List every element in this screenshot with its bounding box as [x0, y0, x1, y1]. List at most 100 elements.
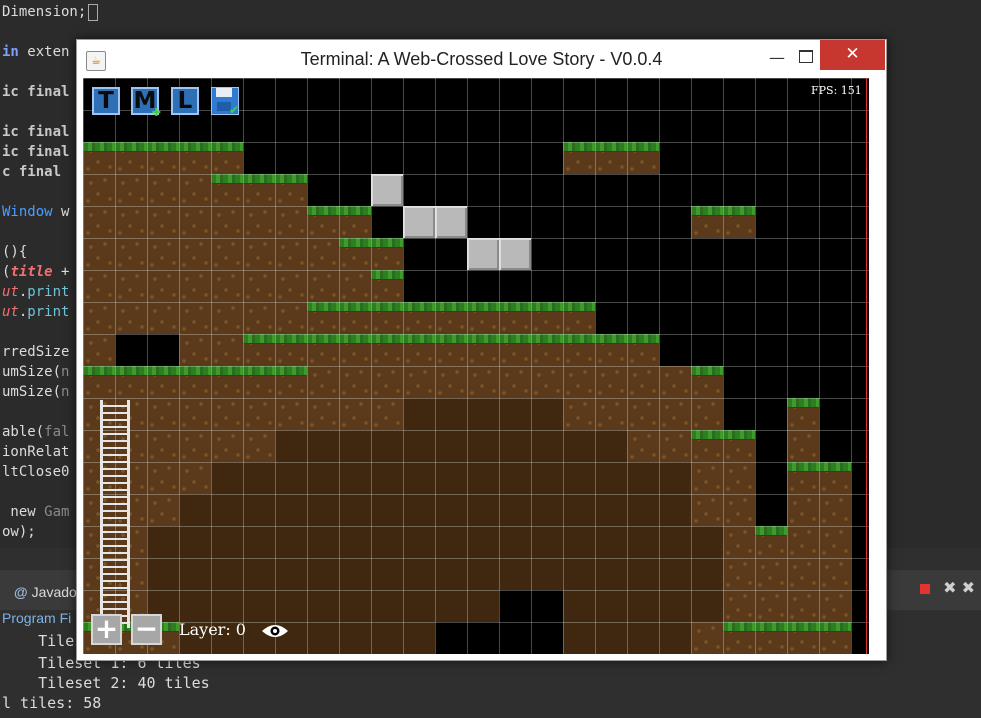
grass-tile: [371, 302, 403, 334]
grass-tile: [115, 366, 147, 398]
dirt-tile: [211, 302, 243, 334]
dirt-tile: [307, 238, 339, 270]
dirt-tile: [115, 270, 147, 302]
dirt-tile: [595, 366, 627, 398]
add-layer-button[interactable]: +: [91, 614, 122, 645]
grass-tile: [339, 238, 371, 270]
grass-tile: [819, 462, 851, 494]
save-icon[interactable]: ✔: [209, 85, 241, 117]
background-dirt-tile: [243, 590, 275, 622]
background-dirt-tile: [499, 430, 531, 462]
background-dirt-tile: [691, 558, 723, 590]
dirt-tile: [243, 238, 275, 270]
background-dirt-tile: [691, 590, 723, 622]
background-dirt-tile: [563, 526, 595, 558]
background-dirt-tile: [371, 430, 403, 462]
background-dirt-tile: [563, 590, 595, 622]
dirt-tile: [371, 398, 403, 430]
game-canvas[interactable]: FPS: 151 T M ✚ L ✔ + − Layer: 0: [83, 78, 869, 654]
grass-tile: [275, 366, 307, 398]
grass-tile: [755, 622, 787, 654]
dirt-tile: [115, 302, 147, 334]
grass-tile: [339, 302, 371, 334]
dirt-tile: [723, 558, 755, 590]
grass-tile: [531, 302, 563, 334]
tab-program-files[interactable]: Program Fi: [2, 610, 71, 626]
background-dirt-tile: [531, 494, 563, 526]
background-dirt-tile: [563, 558, 595, 590]
grass-tile: [499, 302, 531, 334]
background-dirt-tile: [403, 430, 435, 462]
grass-tile: [83, 366, 115, 398]
background-dirt-tile: [499, 494, 531, 526]
dirt-tile: [275, 302, 307, 334]
console-line: Tiles: [2, 632, 84, 650]
background-dirt-tile: [499, 558, 531, 590]
dirt-tile: [723, 590, 755, 622]
background-dirt-tile: [371, 622, 403, 654]
game-window: ☕ Terminal: A Web-Crossed Love Story - V…: [76, 39, 887, 661]
code-line: Window w: [2, 204, 70, 220]
dirt-tile: [275, 398, 307, 430]
background-dirt-tile: [403, 462, 435, 494]
grass-tile: [243, 334, 275, 366]
dirt-tile: [403, 366, 435, 398]
remove-layer-button[interactable]: −: [131, 614, 162, 645]
tab-javadoc[interactable]: @ Javadoc: [14, 584, 84, 600]
dirt-tile: [307, 366, 339, 398]
grass-tile: [307, 206, 339, 238]
minimize-button[interactable]: —: [761, 44, 793, 72]
tile-tool-button[interactable]: T: [92, 87, 120, 115]
background-dirt-tile: [179, 494, 211, 526]
background-dirt-tile: [147, 526, 179, 558]
background-dirt-tile: [563, 462, 595, 494]
window-titlebar[interactable]: ☕ Terminal: A Web-Crossed Love Story - V…: [77, 40, 886, 78]
grass-tile: [243, 366, 275, 398]
terminate-icon[interactable]: [920, 583, 930, 594]
grass-tile: [819, 622, 851, 654]
grass-tile: [115, 142, 147, 174]
dirt-tile: [371, 366, 403, 398]
grass-tile: [723, 430, 755, 462]
layer-tool-button[interactable]: L: [171, 87, 199, 115]
background-dirt-tile: [339, 590, 371, 622]
background-dirt-tile: [659, 462, 691, 494]
grass-tile: [435, 334, 467, 366]
background-dirt-tile: [307, 494, 339, 526]
dirt-tile: [723, 462, 755, 494]
remove-all-icon[interactable]: ✖: [962, 578, 975, 597]
grass-tile: [211, 366, 243, 398]
eye-icon[interactable]: [260, 622, 290, 640]
maximize-button[interactable]: [793, 44, 821, 72]
remove-launch-icon[interactable]: ✖: [943, 578, 956, 597]
background-dirt-tile: [435, 558, 467, 590]
background-dirt-tile: [211, 558, 243, 590]
background-dirt-tile: [243, 526, 275, 558]
dirt-tile: [787, 558, 819, 590]
grass-tile: [755, 526, 787, 558]
grass-tile: [531, 334, 563, 366]
code-line: (){: [2, 244, 28, 260]
dirt-tile: [563, 366, 595, 398]
dirt-tile: [275, 238, 307, 270]
code-line: Dimension;: [2, 2, 99, 22]
dirt-tile: [787, 494, 819, 526]
background-dirt-tile: [275, 462, 307, 494]
dirt-tile: [755, 590, 787, 622]
dirt-tile: [787, 590, 819, 622]
grass-tile: [275, 334, 307, 366]
code-line: able(fal: [2, 424, 70, 440]
add-badge-icon: ✚: [151, 106, 161, 119]
background-dirt-tile: [275, 494, 307, 526]
background-dirt-tile: [627, 526, 659, 558]
background-dirt-tile: [467, 462, 499, 494]
background-dirt-tile: [659, 558, 691, 590]
background-dirt-tile: [339, 558, 371, 590]
background-dirt-tile: [339, 526, 371, 558]
background-dirt-tile: [371, 558, 403, 590]
map-tool-button[interactable]: M ✚: [131, 87, 161, 119]
close-button[interactable]: ✕: [820, 40, 885, 70]
dirt-tile: [531, 366, 563, 398]
background-dirt-tile: [499, 462, 531, 494]
grass-tile: [307, 302, 339, 334]
